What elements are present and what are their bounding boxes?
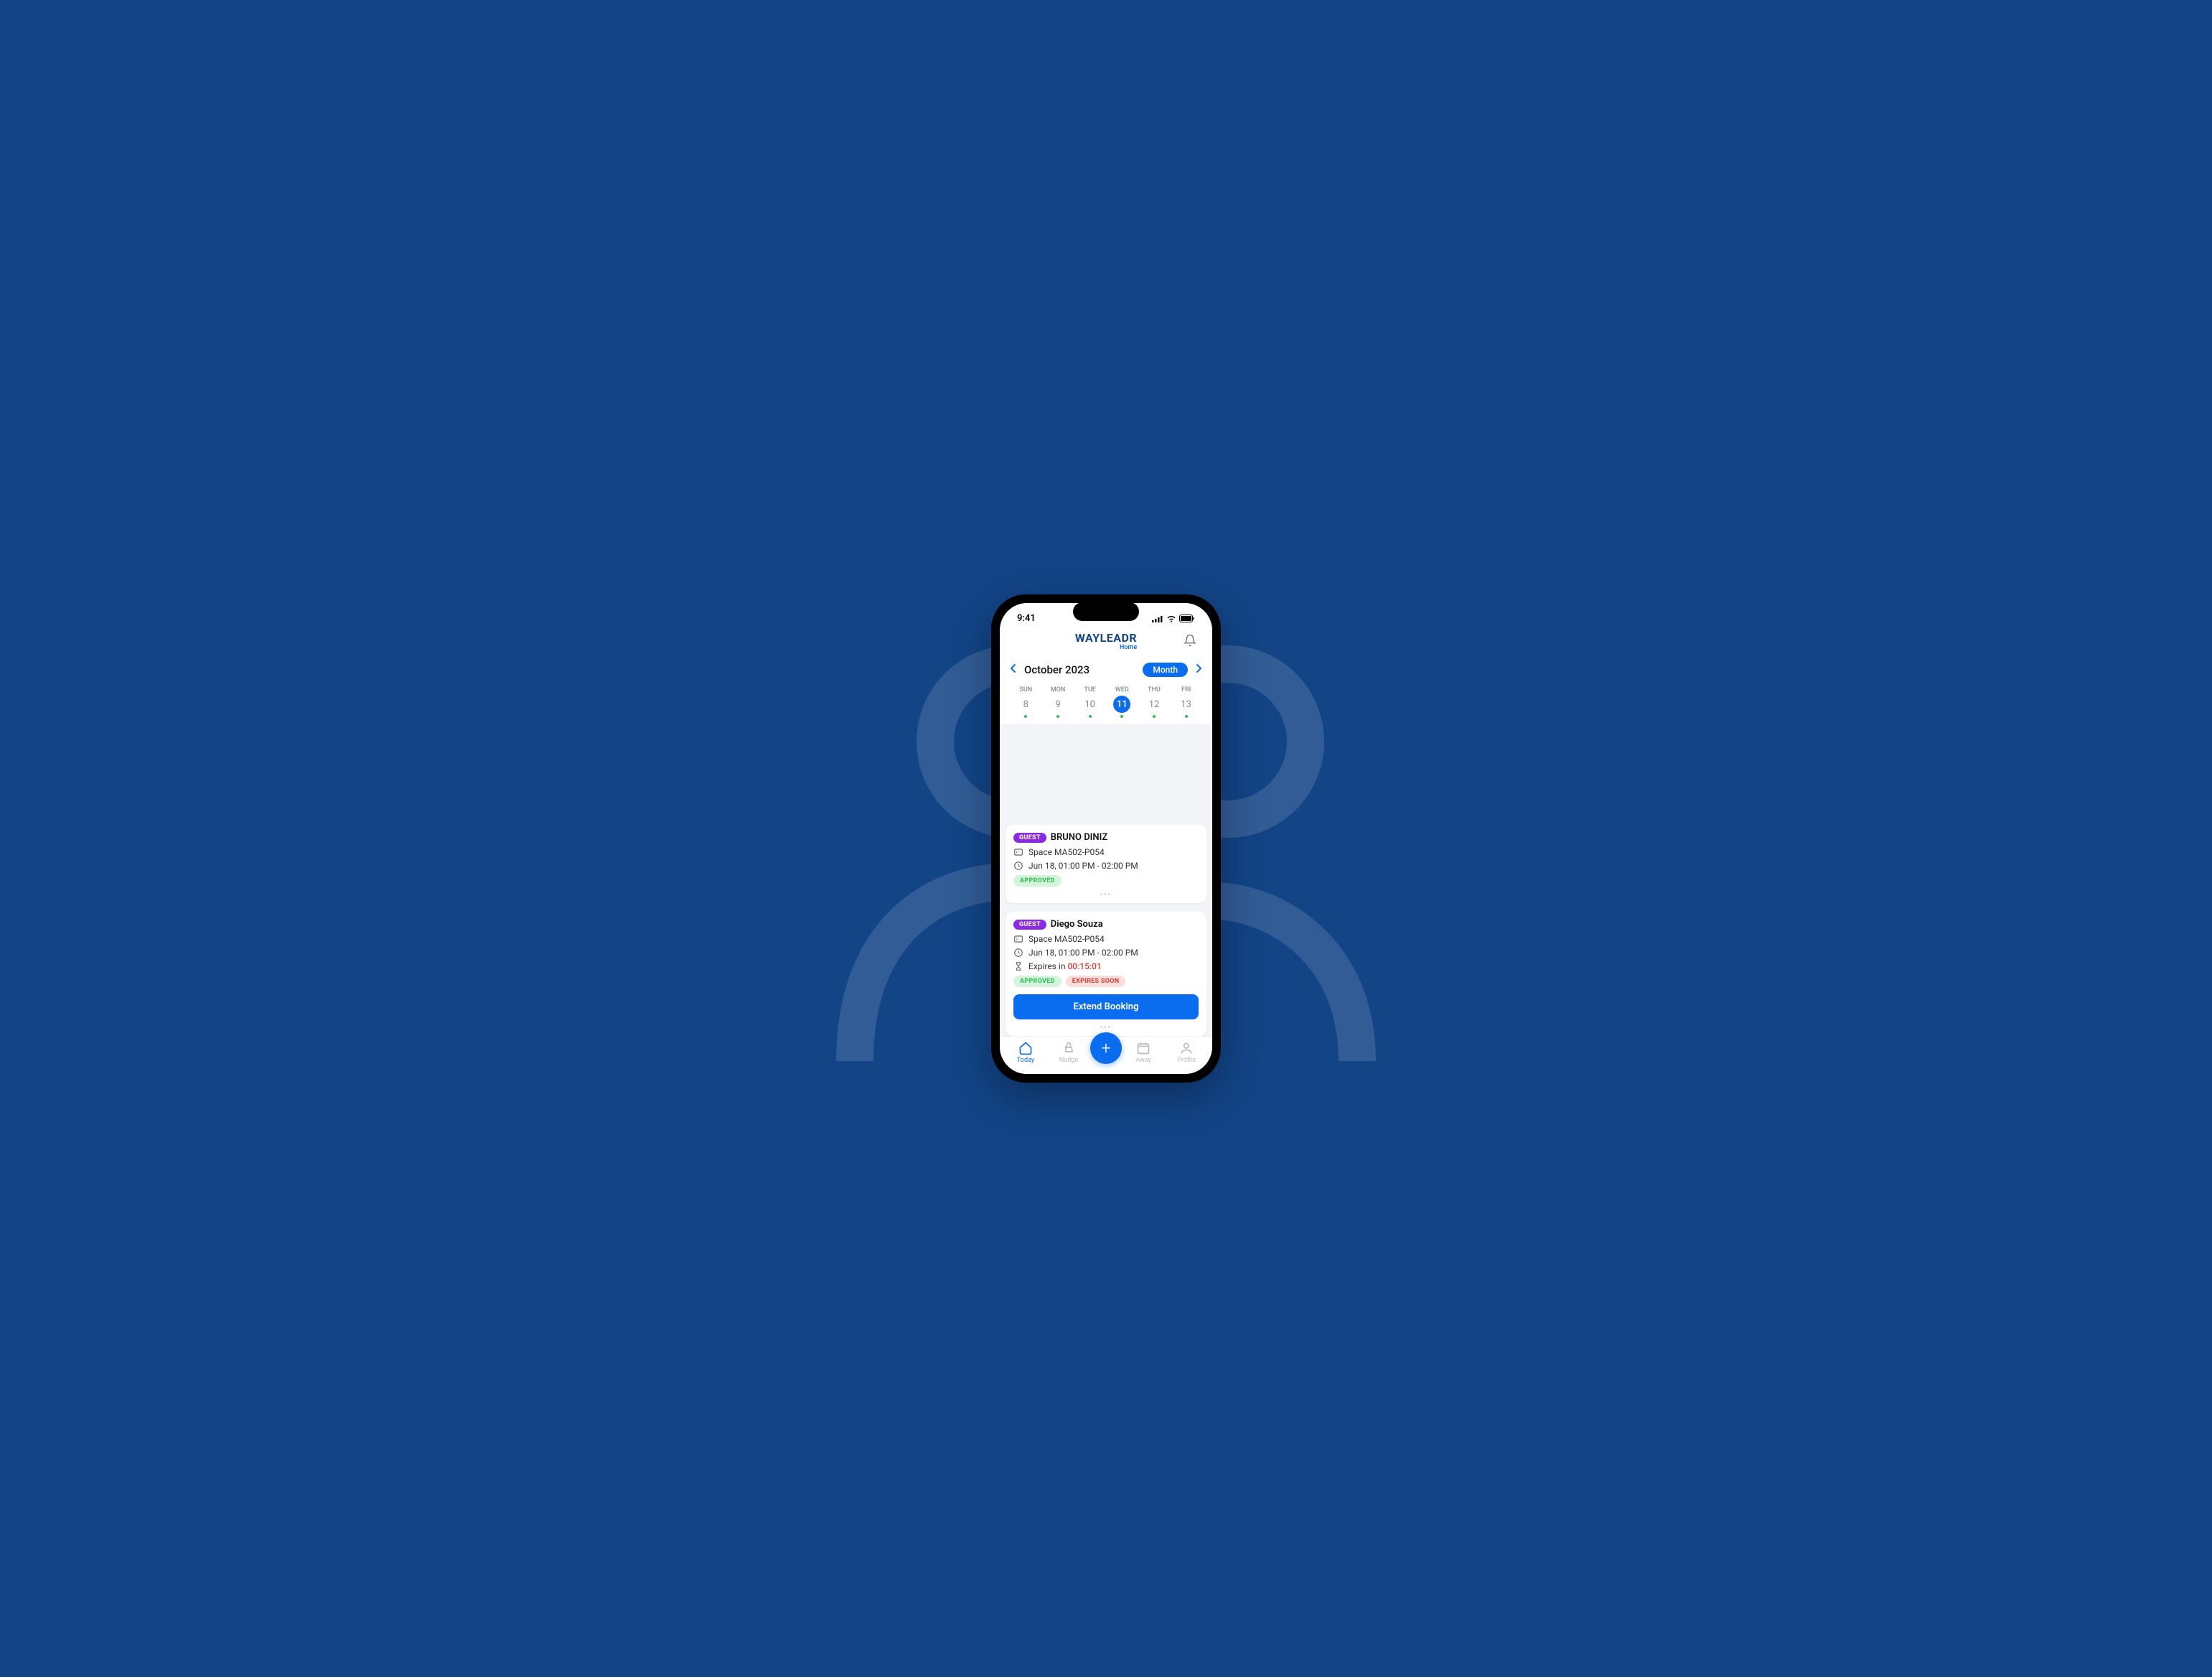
- space-icon: [1013, 847, 1023, 857]
- battery-icon: [1179, 615, 1195, 622]
- app-logo: WAYLEADR Home: [1075, 631, 1137, 651]
- card-drag-handle[interactable]: •••: [1013, 1022, 1199, 1033]
- day-mon[interactable]: MON 9: [1042, 686, 1074, 718]
- calendar-icon: [1136, 1041, 1150, 1055]
- cellular-icon: [1152, 615, 1163, 622]
- tab-away[interactable]: Away: [1122, 1041, 1165, 1064]
- day-name: MON: [1051, 686, 1065, 693]
- phone-frame: 9:41 WAYLEADR Home October 2023: [991, 594, 1221, 1083]
- tab-profile[interactable]: Profile: [1165, 1041, 1208, 1064]
- day-name: FRI: [1181, 686, 1191, 693]
- day-name: WED: [1115, 686, 1129, 693]
- expires-label: Expires in 00:15:01: [1028, 961, 1102, 971]
- guest-name: BRUNO DINIZ: [1051, 832, 1107, 843]
- day-dot: [1024, 715, 1027, 718]
- guest-badge: GUEST: [1013, 920, 1046, 930]
- approved-badge: APPROVED: [1013, 875, 1062, 887]
- status-time: 9:41: [1017, 613, 1036, 624]
- time-label: Jun 18, 01:00 PM - 02:00 PM: [1028, 948, 1138, 958]
- tab-bar: Today Nudge + Away Profile: [1000, 1036, 1212, 1074]
- nudge-icon: [1062, 1041, 1076, 1055]
- add-button[interactable]: +: [1090, 1032, 1122, 1064]
- day-tue[interactable]: TUE 10: [1074, 686, 1106, 718]
- tab-label: Today: [1017, 1057, 1034, 1064]
- plus-icon: +: [1101, 1038, 1111, 1058]
- month-view-toggle[interactable]: Month: [1143, 663, 1188, 677]
- day-dot: [1120, 715, 1123, 718]
- chevron-right-icon: [1195, 663, 1202, 673]
- prev-month-button[interactable]: [1007, 660, 1020, 679]
- day-dot: [1153, 715, 1156, 718]
- booking-card[interactable]: GUEST BRUNO DINIZ Space MA502-P054 Jun 1…: [1006, 825, 1206, 903]
- app-header: WAYLEADR Home: [1000, 628, 1212, 655]
- phone-screen: 9:41 WAYLEADR Home October 2023: [1000, 603, 1212, 1074]
- day-thu[interactable]: THU 12: [1138, 686, 1171, 718]
- next-month-button[interactable]: [1192, 660, 1205, 679]
- logo-subtitle: Home: [1075, 644, 1137, 651]
- extend-booking-button[interactable]: Extend Booking: [1013, 994, 1199, 1019]
- month-label: October 2023: [1024, 663, 1089, 676]
- hourglass-icon: [1013, 961, 1023, 971]
- day-sun[interactable]: SUN 8: [1010, 686, 1042, 718]
- day-number: 8: [1017, 696, 1034, 713]
- tab-label: Away: [1135, 1057, 1151, 1064]
- status-right: [1152, 615, 1195, 622]
- space-label: Space MA502-P054: [1028, 847, 1105, 857]
- day-dot: [1185, 715, 1188, 718]
- day-dot: [1089, 715, 1092, 718]
- day-name: SUN: [1019, 686, 1032, 693]
- tab-nudge[interactable]: Nudge: [1047, 1041, 1090, 1064]
- day-fri[interactable]: FRI 13: [1170, 686, 1202, 718]
- chevron-left-icon: [1010, 663, 1017, 673]
- clock-icon: [1013, 861, 1023, 871]
- guest-badge: GUEST: [1013, 833, 1046, 843]
- booking-card[interactable]: GUEST Diego Souza Space MA502-P054 Jun 1…: [1006, 912, 1206, 1036]
- day-name: TUE: [1084, 686, 1095, 693]
- clock-icon: [1013, 948, 1023, 958]
- bell-icon: [1184, 634, 1196, 647]
- tab-today[interactable]: Today: [1004, 1041, 1047, 1064]
- day-number: 9: [1049, 696, 1067, 713]
- day-dot: [1056, 715, 1059, 718]
- notifications-button[interactable]: [1181, 631, 1199, 653]
- wifi-icon: [1166, 615, 1176, 622]
- time-label: Jun 18, 01:00 PM - 02:00 PM: [1028, 861, 1138, 871]
- day-number: 10: [1082, 696, 1099, 713]
- logo-text: WAYLEADR: [1075, 631, 1137, 645]
- day-wed[interactable]: WED 11: [1106, 686, 1138, 718]
- day-name: THU: [1148, 686, 1161, 693]
- dynamic-island: [1073, 602, 1139, 621]
- day-number: 11: [1113, 696, 1130, 713]
- home-icon: [1018, 1041, 1033, 1055]
- day-number: 12: [1145, 696, 1163, 713]
- week-row: SUN 8 MON 9 TUE 10 WED 11 THU 12: [1000, 683, 1212, 718]
- tab-label: Nudge: [1059, 1057, 1078, 1064]
- bookings-scroll[interactable]: GUEST BRUNO DINIZ Space MA502-P054 Jun 1…: [1000, 724, 1212, 1036]
- space-icon: [1013, 934, 1023, 944]
- expires-countdown: 00:15:01: [1067, 961, 1101, 971]
- month-navigator: October 2023 Month: [1000, 655, 1212, 683]
- space-label: Space MA502-P054: [1028, 934, 1105, 944]
- profile-icon: [1179, 1041, 1194, 1055]
- approved-badge: APPROVED: [1013, 976, 1062, 987]
- guest-name: Diego Souza: [1051, 919, 1103, 930]
- day-number: 13: [1178, 696, 1195, 713]
- card-drag-handle[interactable]: •••: [1013, 889, 1199, 900]
- expires-soon-badge: EXPIRES SOON: [1066, 976, 1126, 987]
- tab-label: Profile: [1177, 1057, 1196, 1064]
